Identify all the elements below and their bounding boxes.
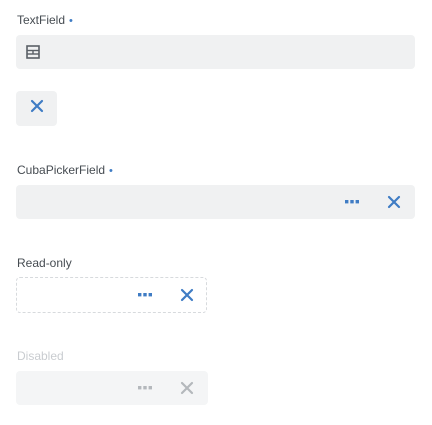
picker-field-demo: TextField • CubaPickerField • Read-only … xyxy=(0,0,432,425)
close-icon[interactable] xyxy=(177,285,197,305)
picker-field-input[interactable] xyxy=(16,185,415,219)
readonly-picker-field[interactable] xyxy=(16,277,207,313)
picker-field-label: CubaPickerField • xyxy=(17,163,113,178)
disabled-label-text: Disabled xyxy=(17,349,64,363)
required-marker: • xyxy=(69,15,73,27)
readonly-label: Read-only xyxy=(17,256,72,270)
required-marker: • xyxy=(109,165,113,177)
disabled-label: Disabled xyxy=(17,349,64,363)
clear-button[interactable] xyxy=(16,91,57,126)
table-grid-icon xyxy=(23,42,43,62)
ellipsis-icon xyxy=(135,378,155,398)
disabled-picker-field xyxy=(16,371,208,405)
close-icon[interactable] xyxy=(384,192,404,212)
close-icon xyxy=(30,99,44,118)
textfield-label-text: TextField xyxy=(17,13,66,27)
ellipsis-icon[interactable] xyxy=(135,285,155,305)
readonly-label-text: Read-only xyxy=(17,256,72,270)
textfield-label: TextField • xyxy=(17,13,73,28)
ellipsis-icon[interactable] xyxy=(342,192,362,212)
picker-field-label-text: CubaPickerField xyxy=(17,163,106,177)
close-icon xyxy=(177,378,197,398)
textfield-input[interactable] xyxy=(16,35,415,69)
